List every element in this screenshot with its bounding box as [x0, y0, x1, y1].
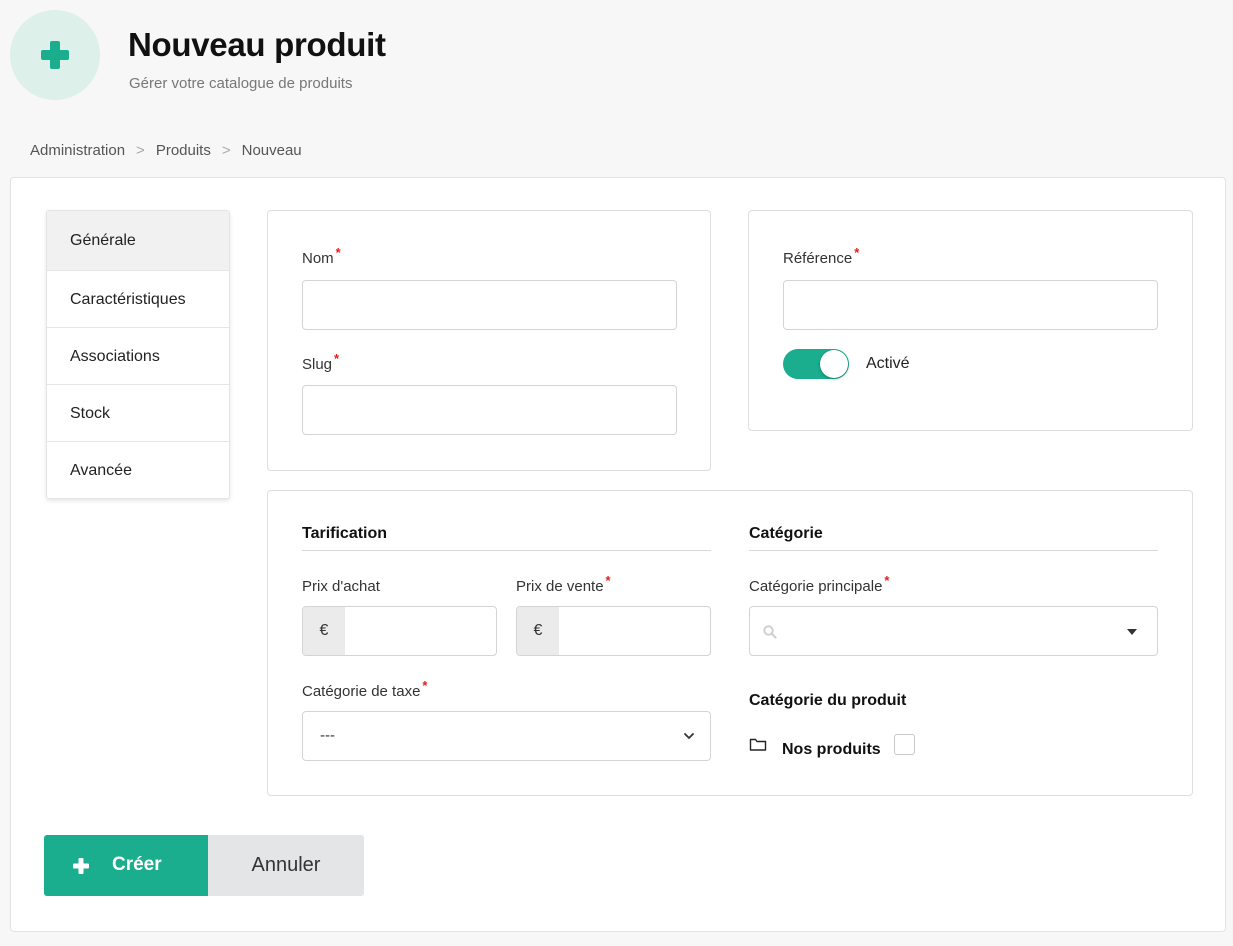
breadcrumb-administration[interactable]: Administration — [30, 142, 125, 159]
chevron-down-icon — [684, 733, 694, 739]
tab-stock[interactable]: Stock — [47, 384, 229, 441]
category-divider — [749, 550, 1158, 551]
tab-caracteristiques[interactable]: Caractéristiques — [47, 270, 229, 327]
plus-icon — [73, 858, 89, 874]
tax-category-select[interactable]: --- — [302, 711, 711, 761]
name-input[interactable] — [302, 280, 677, 330]
enabled-toggle[interactable] — [783, 349, 849, 379]
tab-generale[interactable]: Générale — [47, 211, 229, 270]
pricing-section-title: Tarification — [302, 525, 388, 542]
category-section-title: Catégorie — [749, 525, 823, 542]
breadcrumb-separator-icon: > — [136, 142, 145, 159]
breadcrumb-separator-icon: > — [221, 142, 231, 159]
product-tabs: Générale Caractéristiques Associations S… — [46, 210, 230, 499]
breadcrumb-produits[interactable]: Produits — [156, 142, 211, 159]
euro-addon: € — [303, 607, 345, 655]
sale-price-input[interactable]: € — [516, 606, 711, 656]
tax-category-value: --- — [320, 727, 335, 744]
breadcrumb-nouveau: Nouveau — [241, 142, 302, 159]
reference-label: Référence * — [783, 245, 860, 267]
main-category-label: Catégorie principale * — [749, 573, 890, 595]
tab-avancee[interactable]: Avancée — [47, 441, 229, 498]
name-label: Nom * — [302, 245, 341, 267]
reference-input[interactable] — [783, 280, 1158, 330]
page-title: Nouveau produit — [128, 26, 386, 63]
main-category-select[interactable] — [749, 606, 1158, 656]
plus-icon — [41, 41, 69, 69]
tab-associations[interactable]: Associations — [47, 327, 229, 384]
search-icon — [763, 625, 777, 639]
nos-produits-checkbox[interactable] — [894, 734, 915, 755]
toggle-knob — [820, 350, 848, 378]
create-button[interactable]: Créer — [44, 835, 208, 896]
sale-price-label: Prix de vente * — [516, 573, 611, 595]
euro-addon: € — [517, 607, 559, 655]
breadcrumb: Administration > Produits > Nouveau — [30, 142, 302, 159]
purchase-price-label: Prix d'achat — [302, 578, 380, 595]
slug-label: Slug * — [302, 351, 340, 373]
purchase-price-input[interactable]: € — [302, 606, 497, 656]
product-category-label: Catégorie du produit — [749, 692, 907, 709]
caret-down-icon — [1127, 629, 1137, 635]
enabled-label: Activé — [866, 355, 910, 372]
header-plus-icon — [10, 10, 100, 100]
pricing-divider — [302, 550, 711, 551]
tax-category-label: Catégorie de taxe * — [302, 678, 428, 700]
cancel-button[interactable]: Annuler — [208, 835, 364, 896]
folder-icon — [749, 738, 767, 751]
create-button-label: Créer — [112, 854, 162, 875]
slug-input[interactable] — [302, 385, 677, 435]
category-item-nos-produits: Nos produits — [782, 741, 881, 758]
page-subtitle: Gérer votre catalogue de produits — [129, 75, 353, 92]
